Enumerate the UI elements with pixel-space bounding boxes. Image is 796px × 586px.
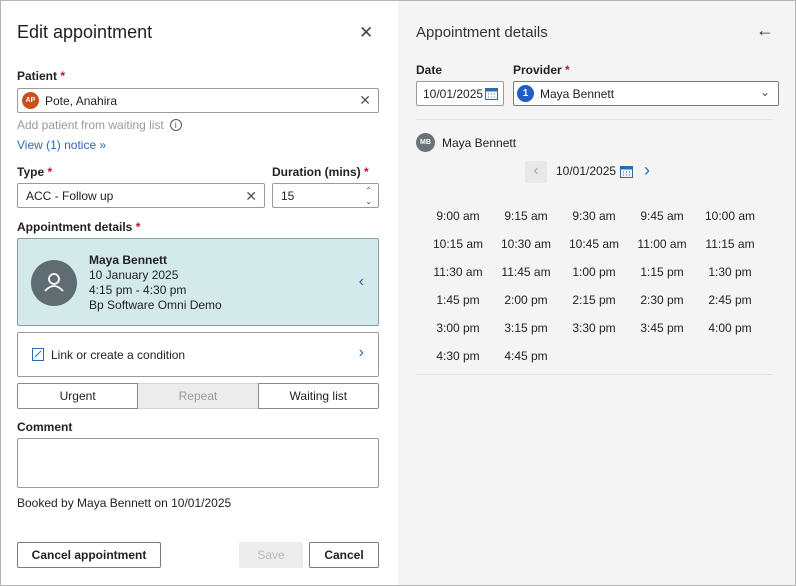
time-slot[interactable]: 9:15 am bbox=[492, 209, 560, 223]
appointment-summary: Maya Bennett 10 January 2025 4:15 pm - 4… bbox=[89, 253, 222, 313]
chevron-left-icon[interactable]: ‹ bbox=[359, 273, 364, 291]
user-icon bbox=[44, 273, 64, 292]
time-slot[interactable]: 2:30 pm bbox=[628, 293, 696, 307]
time-slot[interactable]: 10:30 am bbox=[492, 237, 560, 251]
time-slot[interactable]: 2:15 pm bbox=[560, 293, 628, 307]
provider-value: Maya Bennett bbox=[540, 86, 615, 101]
time-slot[interactable]: 1:30 pm bbox=[696, 265, 764, 279]
divider bbox=[416, 119, 772, 120]
calendar-icon bbox=[485, 88, 498, 100]
condition-icon bbox=[32, 348, 44, 361]
time-slot[interactable]: 10:15 am bbox=[424, 237, 492, 251]
provider-select[interactable]: 1 Maya Bennett ⌄ bbox=[513, 81, 779, 106]
appointment-provider: Maya Bennett bbox=[89, 253, 168, 267]
comment-textarea[interactable] bbox=[17, 438, 379, 488]
date-value: 10/01/2025 bbox=[423, 86, 484, 101]
date-input[interactable]: 10/01/2025 bbox=[416, 81, 504, 106]
time-slot[interactable]: 4:45 pm bbox=[492, 349, 560, 363]
time-slot[interactable]: 3:00 pm bbox=[424, 321, 492, 335]
calendar-icon bbox=[620, 165, 634, 178]
time-slot[interactable]: 4:00 pm bbox=[696, 321, 764, 335]
info-icon[interactable]: i bbox=[169, 119, 182, 131]
time-slot[interactable]: 3:30 pm bbox=[560, 321, 628, 335]
panel-title: Edit appointment bbox=[17, 22, 153, 42]
patient-field[interactable]: AP Pote, Anahira ✕ bbox=[17, 88, 379, 113]
stepper-arrows-icon[interactable]: ⌃ ⌄ bbox=[365, 185, 372, 207]
time-slot[interactable]: 1:00 pm bbox=[560, 265, 628, 279]
booked-by-text: Booked by Maya Bennett on 10/01/2025 bbox=[17, 496, 232, 510]
provider-badge: 1 bbox=[517, 85, 534, 102]
type-field[interactable]: ACC - Follow up ✕ bbox=[17, 183, 265, 208]
type-label: Type * bbox=[17, 165, 53, 179]
link-condition-label: Link or create a condition bbox=[51, 348, 186, 362]
appointment-details-label: Appointment details * bbox=[17, 220, 141, 234]
time-slot[interactable]: 3:15 pm bbox=[492, 321, 560, 335]
appointment-time: 4:15 pm - 4:30 pm bbox=[89, 283, 187, 297]
appointment-details-panel: Appointment details ← Date 10/01/2025 Pr… bbox=[398, 1, 795, 585]
provider-label: Provider * bbox=[513, 63, 570, 77]
appointment-location: Bp Software Omni Demo bbox=[89, 298, 222, 312]
provider-avatar-mb: MB bbox=[416, 133, 435, 152]
time-slot[interactable]: 2:45 pm bbox=[696, 293, 764, 307]
chevron-right-icon: › bbox=[358, 344, 364, 361]
time-slot[interactable]: 10:45 am bbox=[560, 237, 628, 251]
chevron-down-icon[interactable]: ⌄ bbox=[760, 85, 770, 99]
details-title: Appointment details bbox=[416, 24, 548, 41]
duration-value: 15 bbox=[281, 188, 295, 203]
time-slot[interactable]: 9:30 am bbox=[560, 209, 628, 223]
urgent-toggle[interactable]: Urgent bbox=[17, 383, 139, 409]
patient-label: Patient * bbox=[17, 69, 66, 83]
divider-bottom bbox=[416, 374, 772, 375]
nav-date[interactable]: 10/01/2025 bbox=[556, 164, 634, 178]
patient-avatar: AP bbox=[22, 92, 39, 109]
provider-avatar bbox=[31, 260, 77, 306]
clear-type-icon[interactable]: ✕ bbox=[245, 189, 257, 203]
time-slot[interactable]: 11:00 am bbox=[628, 237, 696, 251]
add-from-waiting-list[interactable]: Add patient from waiting list i bbox=[17, 118, 182, 132]
time-slot[interactable]: 2:00 pm bbox=[492, 293, 560, 307]
time-slot[interactable]: 11:15 am bbox=[696, 237, 764, 251]
patient-value: Pote, Anahira bbox=[45, 93, 118, 108]
priority-segmented-control: Urgent Repeat Waiting list bbox=[17, 383, 379, 409]
time-slot[interactable]: 4:30 pm bbox=[424, 349, 492, 363]
view-notice-link[interactable]: View (1) notice » bbox=[17, 138, 106, 152]
time-slot[interactable]: 11:30 am bbox=[424, 265, 492, 279]
date-label: Date bbox=[416, 63, 443, 77]
duration-stepper[interactable]: 15 ⌃ ⌄ bbox=[272, 183, 379, 208]
close-icon[interactable]: ✕ bbox=[359, 23, 373, 43]
edit-appointment-panel: Edit appointment ✕ Patient * AP Pote, An… bbox=[1, 1, 398, 585]
time-slot[interactable]: 1:15 pm bbox=[628, 265, 696, 279]
time-slot[interactable]: 1:45 pm bbox=[424, 293, 492, 307]
time-slot[interactable]: 11:45 am bbox=[492, 265, 560, 279]
appointment-card[interactable]: Maya Bennett 10 January 2025 4:15 pm - 4… bbox=[17, 238, 379, 326]
time-slot[interactable]: 9:45 am bbox=[628, 209, 696, 223]
cancel-appointment-button[interactable]: Cancel appointment bbox=[17, 542, 161, 568]
double-chevron-right-icon: » bbox=[99, 138, 107, 152]
time-slot[interactable]: 9:00 am bbox=[424, 209, 492, 223]
back-arrow-icon[interactable]: ← bbox=[756, 20, 774, 41]
prev-day-button[interactable]: ‹ bbox=[525, 161, 547, 183]
appointment-date: 10 January 2025 bbox=[89, 268, 179, 282]
type-value: ACC - Follow up bbox=[26, 188, 114, 203]
time-slot[interactable]: 10:00 am bbox=[696, 209, 764, 223]
waiting-list-toggle[interactable]: Waiting list bbox=[257, 383, 379, 409]
repeat-toggle[interactable]: Repeat bbox=[138, 383, 258, 409]
clear-patient-icon[interactable]: ✕ bbox=[359, 93, 371, 107]
duration-label: Duration (mins) * bbox=[272, 165, 369, 179]
schedule-provider-name: Maya Bennett bbox=[442, 135, 517, 150]
cancel-button[interactable]: Cancel bbox=[309, 542, 379, 568]
save-button[interactable]: Save bbox=[239, 542, 303, 568]
schedule-provider: MB Maya Bennett bbox=[416, 133, 516, 152]
time-slot[interactable]: 3:45 pm bbox=[628, 321, 696, 335]
comment-label: Comment bbox=[17, 420, 73, 434]
next-day-button[interactable]: › bbox=[644, 160, 650, 181]
link-condition-row[interactable]: Link or create a condition › bbox=[17, 332, 379, 377]
